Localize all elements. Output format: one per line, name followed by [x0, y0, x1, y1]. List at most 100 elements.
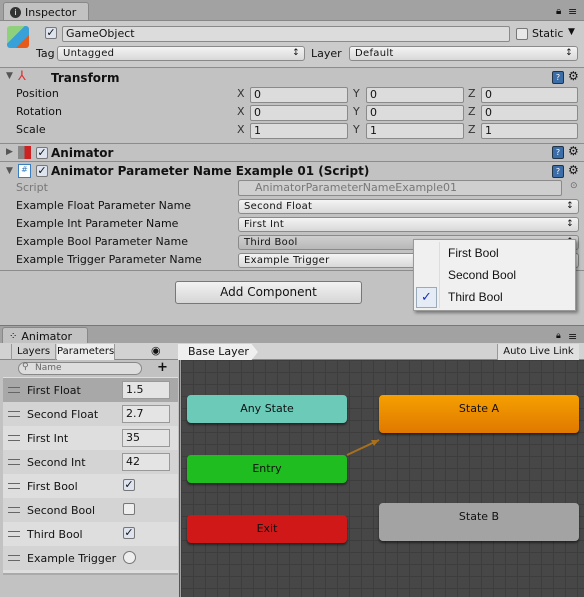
- scale-x-input[interactable]: 1: [250, 123, 348, 139]
- add-parameter-icon[interactable]: +: [157, 360, 168, 375]
- drag-handle-icon[interactable]: [8, 555, 20, 561]
- axis-y-label: Y: [353, 123, 360, 136]
- parameter-value-input[interactable]: 1.5: [122, 381, 170, 399]
- parameter-value-input[interactable]: 42: [122, 453, 170, 471]
- help-icon[interactable]: ?: [552, 71, 564, 84]
- parameter-row[interactable]: Second Bool: [3, 498, 178, 522]
- gear-icon[interactable]: ⚙: [568, 144, 579, 158]
- parameter-value-input[interactable]: 2.7: [122, 405, 170, 423]
- drag-handle-icon[interactable]: [8, 411, 20, 417]
- rotation-z-input[interactable]: 0: [481, 105, 578, 121]
- menu-item[interactable]: Third Bool: [448, 290, 503, 304]
- state-b-node[interactable]: State B: [379, 503, 579, 541]
- parameter-name-dropdown[interactable]: Second Float: [238, 199, 579, 214]
- field-label: Example Int Parameter Name: [16, 217, 179, 230]
- drag-handle-icon[interactable]: [8, 531, 20, 537]
- state-a-node[interactable]: State A: [379, 395, 579, 433]
- axis-z-label: Z: [468, 123, 476, 136]
- transform-row-label: Scale: [16, 123, 46, 136]
- tag-label: Tag: [36, 47, 55, 60]
- parameter-name: Second Int: [27, 455, 86, 469]
- static-label: Static: [532, 27, 564, 40]
- add-component-button[interactable]: Add Component: [175, 281, 362, 304]
- animator-enabled-checkbox[interactable]: ✓: [36, 147, 48, 159]
- axis-y-label: Y: [353, 87, 360, 100]
- field-label: Example Float Parameter Name: [16, 199, 192, 212]
- gear-icon[interactable]: ⚙: [568, 163, 579, 177]
- static-checkbox[interactable]: [516, 28, 528, 40]
- parameter-value-input[interactable]: 35: [122, 429, 170, 447]
- drag-handle-icon[interactable]: [8, 459, 20, 465]
- lock-icon[interactable]: 🔒︎: [556, 6, 561, 17]
- parameters-tab[interactable]: Parameters: [57, 344, 115, 360]
- help-icon[interactable]: ?: [552, 165, 564, 178]
- scale-z-input[interactable]: 1: [481, 123, 578, 139]
- parameter-row[interactable]: Example Trigger: [3, 546, 178, 570]
- divider: [0, 67, 584, 68]
- drag-handle-icon[interactable]: [8, 435, 20, 441]
- axis-z-label: Z: [468, 87, 476, 100]
- menu-item[interactable]: Second Bool: [448, 268, 516, 282]
- field-label: Example Bool Parameter Name: [16, 235, 188, 248]
- menu-icon[interactable]: ≡: [568, 330, 577, 343]
- active-checkbox[interactable]: ✓: [45, 27, 57, 39]
- foldout-collapsed-icon[interactable]: ▶: [6, 147, 13, 157]
- layers-tab[interactable]: Layers: [11, 344, 56, 360]
- position-z-input[interactable]: 0: [481, 87, 578, 103]
- object-name-input[interactable]: GameObject: [62, 26, 510, 42]
- gear-icon[interactable]: ⚙: [568, 69, 579, 83]
- transform-row-label: Position: [16, 87, 59, 100]
- axis-z-label: Z: [468, 105, 476, 118]
- lock-icon[interactable]: 🔒︎: [556, 331, 561, 341]
- gameobject-cube-icon: [7, 26, 29, 48]
- menu-icon[interactable]: ≡: [568, 5, 577, 18]
- parameter-bool-checkbox[interactable]: ✓: [123, 479, 135, 491]
- parameter-name-dropdown[interactable]: First Int: [238, 217, 579, 232]
- object-picker-icon[interactable]: ⊙: [570, 181, 578, 191]
- drag-handle-icon[interactable]: [8, 387, 20, 393]
- exit-node[interactable]: Exit: [187, 515, 347, 543]
- scale-y-input[interactable]: 1: [366, 123, 464, 139]
- parameter-bool-checkbox[interactable]: [123, 503, 135, 515]
- static-dropdown-icon[interactable]: ▼: [568, 27, 575, 37]
- parameter-row[interactable]: Second Float 2.7: [3, 402, 178, 426]
- position-y-input[interactable]: 0: [366, 87, 464, 103]
- parameter-trigger-radio[interactable]: [123, 551, 136, 564]
- parameter-search-input[interactable]: Name: [18, 362, 142, 375]
- eye-icon[interactable]: ◉: [151, 344, 161, 357]
- script-field[interactable]: AnimatorParameterNameExample01: [238, 180, 562, 196]
- parameter-name: Example Trigger: [27, 551, 117, 565]
- menu-item[interactable]: First Bool: [448, 246, 499, 260]
- parameter-row[interactable]: First Bool ✓: [3, 474, 178, 498]
- script-enabled-checkbox[interactable]: ✓: [36, 165, 48, 177]
- parameter-name: First Int: [27, 431, 69, 445]
- entry-node[interactable]: Entry: [187, 455, 347, 483]
- tag-dropdown[interactable]: Untagged: [57, 46, 305, 61]
- auto-live-link-button[interactable]: Auto Live Link: [497, 344, 579, 360]
- csharp-script-icon: #: [18, 164, 31, 178]
- divider: [0, 161, 584, 162]
- tab-inspector[interactable]: i Inspector: [3, 2, 89, 21]
- layer-label: Layer: [311, 47, 342, 60]
- parameter-row[interactable]: First Int 35: [3, 426, 178, 450]
- script-label: Script: [16, 181, 48, 194]
- rotation-y-input[interactable]: 0: [366, 105, 464, 121]
- drag-handle-icon[interactable]: [8, 483, 20, 489]
- parameter-name: Third Bool: [27, 527, 83, 541]
- parameter-row[interactable]: Third Bool ✓: [3, 522, 178, 546]
- help-icon[interactable]: ?: [552, 146, 564, 159]
- check-icon: ✓: [416, 287, 437, 308]
- divider: [0, 325, 584, 326]
- breadcrumb-base-layer[interactable]: Base Layer: [178, 344, 258, 360]
- parameter-row[interactable]: First Float 1.5: [3, 378, 178, 402]
- drag-handle-icon[interactable]: [8, 507, 20, 513]
- tab-animator[interactable]: ⁘ Animator: [2, 327, 88, 344]
- rotation-x-input[interactable]: 0: [250, 105, 348, 121]
- position-x-input[interactable]: 0: [250, 87, 348, 103]
- parameter-bool-checkbox[interactable]: ✓: [123, 527, 135, 539]
- foldout-expanded-icon[interactable]: ▼: [6, 71, 13, 81]
- any-state-node[interactable]: Any State: [187, 395, 347, 423]
- foldout-expanded-icon[interactable]: ▼: [6, 166, 13, 176]
- layer-dropdown[interactable]: Default: [349, 46, 578, 61]
- parameter-row[interactable]: Second Int 42: [3, 450, 178, 474]
